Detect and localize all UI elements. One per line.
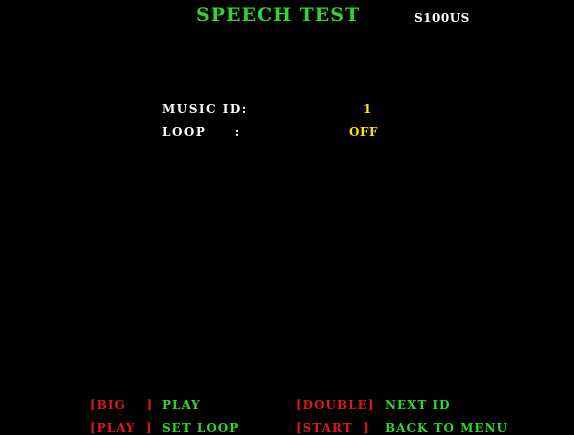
back-to-menu-action-label: BACK TO MENU <box>385 421 509 435</box>
screen-title: SPEECH TEST <box>196 4 361 26</box>
big-button-key[interactable]: [BIG ] <box>90 398 153 412</box>
version-label: S100US <box>414 11 470 25</box>
next-id-action-label: NEXT ID <box>385 398 451 412</box>
loop-label: LOOP : <box>162 125 241 139</box>
start-button-key[interactable]: [START ] <box>296 421 370 435</box>
test-screen: SPEECH TEST S100US MUSIC ID: 1 LOOP : OF… <box>0 0 574 435</box>
play-button-key[interactable]: [PLAY ] <box>90 421 152 435</box>
play-action-label: PLAY <box>162 398 201 412</box>
music-id-value[interactable]: 1 <box>363 102 372 116</box>
loop-value[interactable]: OFF <box>349 125 378 139</box>
double-button-key[interactable]: [DOUBLE] <box>296 398 374 412</box>
set-loop-action-label: SET LOOP <box>162 421 240 435</box>
music-id-label: MUSIC ID: <box>162 102 248 116</box>
